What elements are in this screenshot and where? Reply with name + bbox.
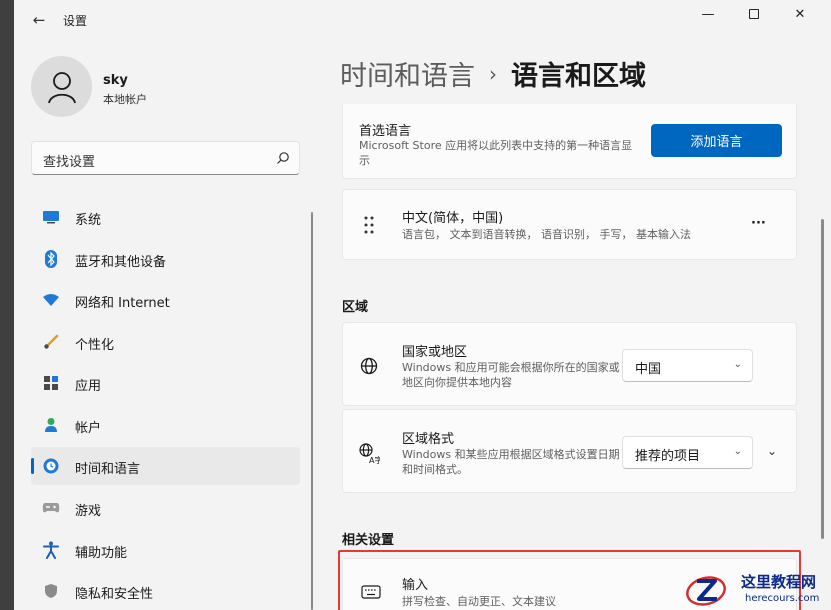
regional-format-desc: Windows 和某些应用根据区域格式设置日期和时间格式。 <box>402 448 620 476</box>
drag-handle-icon[interactable] <box>364 216 374 234</box>
sidebar-item-apps[interactable]: 应用 <box>31 364 300 402</box>
window-edge <box>0 0 14 610</box>
breadcrumb: 时间和语言 › 语言和区域 <box>340 54 646 93</box>
sidebar-item-label: 辅助功能 <box>75 546 128 561</box>
wifi-icon <box>42 291 60 309</box>
person-icon <box>47 71 76 103</box>
sidebar-item-accessibility[interactable]: 辅助功能 <box>31 531 300 569</box>
back-arrow-icon: ← <box>32 11 46 29</box>
chevron-down-icon: ⌄ <box>733 446 742 457</box>
sidebar-item-network[interactable]: 网络和 Internet <box>31 281 300 319</box>
user-account-type: 本地帐户 <box>103 93 147 106</box>
sidebar-item-label: 游戏 <box>75 504 102 519</box>
svg-text:A字: A字 <box>369 455 380 464</box>
preferred-language-desc: Microsoft Store 应用将以此列表中支持的第一种语言显示 <box>359 139 633 167</box>
settings-window: ← 设置 — ✕ sky 本地帐户 查找设置 系统 蓝牙和其他设备 网络和 In… <box>14 0 831 610</box>
chevron-down-icon: ⌄ <box>733 359 742 370</box>
sidebar-item-privacy[interactable]: 隐私和安全性 <box>31 572 300 610</box>
preferred-language-title: 首选语言 <box>359 124 412 139</box>
country-region-title: 国家或地区 <box>402 345 468 360</box>
sidebar-item-gaming[interactable]: 游戏 <box>31 489 300 527</box>
regional-format-title: 区域格式 <box>402 432 455 447</box>
add-language-button[interactable]: 添加语言 <box>651 124 782 157</box>
sidebar-item-label: 系统 <box>75 213 102 228</box>
related-settings-title: 相关设置 <box>342 533 395 548</box>
sidebar-item-accounts[interactable]: 帐户 <box>31 406 300 444</box>
regional-format-icon: A字 <box>359 443 380 464</box>
sidebar-item-time-language[interactable]: 时间和语言 <box>31 447 300 485</box>
maximize-button[interactable] <box>732 0 776 28</box>
sidebar-item-personalization[interactable]: 个性化 <box>31 323 300 361</box>
highlight-annotation <box>338 550 801 610</box>
back-button[interactable]: ← <box>26 9 52 31</box>
shield-icon <box>42 582 60 600</box>
regional-format-value: 推荐的项目 <box>635 449 701 464</box>
sidebar-item-label: 隐私和安全性 <box>75 587 154 602</box>
bluetooth-icon <box>42 250 60 268</box>
preferred-language-card: 首选语言 Microsoft Store 应用将以此列表中支持的第一种语言显示 … <box>342 104 797 179</box>
sidebar-item-label: 帐户 <box>75 421 102 436</box>
monitor-icon <box>42 208 60 226</box>
sidebar-item-bluetooth[interactable]: 蓝牙和其他设备 <box>31 240 300 278</box>
minimize-icon: — <box>701 6 715 22</box>
close-icon: ✕ <box>794 6 806 22</box>
maximize-icon <box>749 9 759 19</box>
sidebar-item-label: 个性化 <box>75 338 115 353</box>
sidebar-scrollbar[interactable] <box>311 212 313 610</box>
sidebar-item-label: 时间和语言 <box>75 462 141 477</box>
app-title: 设置 <box>63 14 88 28</box>
user-name: sky <box>103 73 128 88</box>
country-region-dropdown[interactable]: 中国 ⌄ <box>622 349 753 382</box>
clock-globe-icon <box>42 457 60 475</box>
region-section-title: 区域 <box>342 300 369 315</box>
language-item-zh-cn[interactable]: 中文(简体，中国) 语言包， 文本到语音转换， 语音识别， 手写， 基本输入法 … <box>342 189 797 260</box>
watermark-logo <box>686 576 726 606</box>
country-region-desc: Windows 和应用可能会根据你所在的国家或地区向你提供本地内容 <box>402 361 620 389</box>
brush-icon <box>42 333 60 351</box>
person-icon <box>42 416 60 434</box>
language-name: 中文(简体，中国) <box>402 211 504 226</box>
sidebar-item-label: 网络和 Internet <box>75 296 170 311</box>
search-placeholder: 查找设置 <box>43 155 96 170</box>
search-input[interactable]: 查找设置 <box>31 141 300 175</box>
breadcrumb-parent[interactable]: 时间和语言 <box>340 54 475 93</box>
language-features: 语言包， 文本到语音转换， 语音识别， 手写， 基本输入法 <box>402 228 691 241</box>
sidebar-item-system[interactable]: 系统 <box>31 198 300 236</box>
breadcrumb-separator: › <box>489 61 497 86</box>
gamepad-icon <box>42 499 60 517</box>
watermark-url: herecours.com <box>745 593 820 604</box>
minimize-button[interactable]: — <box>686 0 730 28</box>
avatar[interactable] <box>31 56 92 117</box>
content-scrollbar[interactable] <box>821 219 824 539</box>
sidebar-item-label: 应用 <box>75 379 102 394</box>
apps-icon <box>42 374 60 392</box>
active-indicator <box>31 458 34 474</box>
sidebar-item-label: 蓝牙和其他设备 <box>75 255 167 270</box>
country-region-value: 中国 <box>635 362 662 377</box>
expand-chevron-icon[interactable]: ⌄ <box>767 444 777 458</box>
accessibility-icon <box>42 541 60 559</box>
country-region-card: 国家或地区 Windows 和应用可能会根据你所在的国家或地区向你提供本地内容 … <box>342 322 797 406</box>
search-icon <box>277 152 289 164</box>
more-options-icon[interactable]: ··· <box>751 216 766 231</box>
page-title: 语言和区域 <box>511 61 646 92</box>
close-button[interactable]: ✕ <box>778 0 822 28</box>
regional-format-card: A字 区域格式 Windows 和某些应用根据区域格式设置日期和时间格式。 推荐… <box>342 409 797 493</box>
regional-format-dropdown[interactable]: 推荐的项目 ⌄ <box>622 436 753 469</box>
watermark-site: 这里教程网 <box>741 573 817 591</box>
globe-icon <box>360 357 378 375</box>
